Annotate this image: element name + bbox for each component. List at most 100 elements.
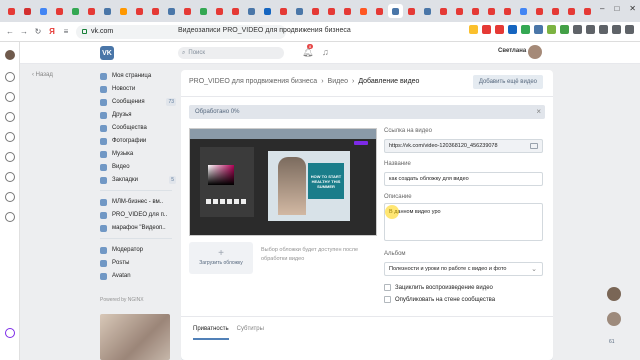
chat-avatar[interactable] — [607, 287, 621, 301]
browser-tab[interactable] — [340, 4, 355, 18]
menu-item[interactable]: PRO_VIDEO для п.. — [100, 209, 176, 221]
close-window-button[interactable]: ✕ — [629, 4, 636, 13]
user-avatar[interactable] — [528, 45, 542, 59]
minimize-button[interactable]: – — [600, 4, 604, 13]
user-name[interactable]: Светлана — [498, 48, 526, 54]
browser-tab[interactable] — [500, 4, 515, 18]
forward-icon[interactable]: → — [20, 27, 28, 36]
extension-icon[interactable] — [573, 25, 582, 34]
browser-tab[interactable] — [4, 4, 19, 18]
browser-tab[interactable] — [180, 4, 195, 18]
search-input[interactable]: ⌕ Поиск — [178, 47, 284, 59]
menu-item[interactable]: Фотографии — [100, 135, 176, 147]
browser-tab[interactable] — [436, 4, 451, 18]
bell-icon[interactable] — [5, 92, 15, 102]
extension-icon[interactable] — [495, 25, 504, 34]
extension-icon[interactable] — [560, 25, 569, 34]
browser-tab[interactable] — [244, 4, 259, 18]
ad-thumbnail[interactable] — [100, 314, 170, 360]
menu-item[interactable]: Новости — [100, 83, 176, 95]
menu-item[interactable]: Сообщества — [100, 122, 176, 134]
extension-icon[interactable] — [547, 25, 556, 34]
browser-tab[interactable] — [308, 4, 323, 18]
copy-icon[interactable] — [530, 143, 538, 149]
chat-avatar[interactable] — [607, 312, 621, 326]
clock-icon[interactable] — [5, 132, 15, 142]
checkbox-box[interactable] — [384, 296, 391, 303]
browser-tab[interactable] — [324, 4, 339, 18]
back-link[interactable]: ‹ Назад — [32, 72, 53, 78]
menu-item[interactable]: Музыка — [100, 148, 176, 160]
alice-icon[interactable] — [5, 328, 15, 338]
video-link-field[interactable]: https://vk.com/video-120368120_456239078 — [384, 139, 543, 153]
browser-tab[interactable] — [468, 4, 483, 18]
menu-item[interactable]: Сообщения 73 — [100, 96, 176, 108]
browser-tab[interactable] — [228, 4, 243, 18]
play-icon[interactable] — [5, 192, 15, 202]
browser-tab[interactable] — [212, 4, 227, 18]
tab-privacy[interactable]: Приватность — [193, 326, 229, 340]
title-input[interactable]: как создать обложку для видео — [384, 172, 543, 186]
crumb-video[interactable]: Видео — [328, 78, 348, 85]
description-textarea[interactable]: В данном видео уро — [384, 203, 543, 241]
profile-avatar[interactable] — [5, 50, 15, 60]
browser-tab[interactable] — [36, 4, 51, 18]
browser-tab[interactable] — [20, 4, 35, 18]
browser-tab[interactable] — [132, 4, 147, 18]
checkbox-box[interactable] — [384, 284, 391, 291]
browser-tab[interactable] — [516, 4, 531, 18]
star-icon[interactable] — [5, 112, 15, 122]
vk-logo-icon[interactable]: VK — [100, 46, 114, 60]
tab-subtitles[interactable]: Субтитры — [237, 326, 264, 340]
browser-tab[interactable] — [548, 4, 563, 18]
publish-checkbox[interactable]: Опубликовать на стене сообщества — [384, 296, 495, 303]
browser-tab[interactable] — [260, 4, 275, 18]
back-icon[interactable]: ← — [6, 27, 14, 36]
browser-tab[interactable] — [148, 4, 163, 18]
browser-tab[interactable] — [100, 4, 115, 18]
browser-tab[interactable] — [52, 4, 67, 18]
menu-item[interactable]: марафон "Видеоп.. — [100, 222, 176, 234]
menu-item[interactable]: МЛМ-бизнес - вм.. — [100, 196, 176, 208]
extension-icon[interactable] — [508, 25, 517, 34]
browser-tab[interactable] — [276, 4, 291, 18]
browser-tab[interactable] — [484, 4, 499, 18]
close-icon[interactable]: × — [536, 107, 541, 116]
extension-icon[interactable] — [521, 25, 530, 34]
upload-cover-button[interactable]: + Загрузить обложку — [189, 242, 253, 274]
browser-tab[interactable] — [116, 4, 131, 18]
album-select[interactable]: Полезности и уроки по работе с видео и ф… — [384, 262, 543, 276]
music-note-icon[interactable]: ♫ — [322, 47, 329, 57]
extension-icon[interactable] — [625, 25, 634, 34]
browser-tab[interactable] — [356, 4, 371, 18]
menu-item[interactable]: Модератор — [100, 244, 176, 256]
loop-checkbox[interactable]: Зациклить воспроизведение видео — [384, 284, 493, 291]
menu-item[interactable]: Моя страница — [100, 70, 176, 82]
browser-tab[interactable] — [84, 4, 99, 18]
menu-item[interactable]: Закладки 5 — [100, 174, 176, 186]
browser-tab[interactable] — [388, 4, 403, 18]
document-icon[interactable] — [5, 212, 15, 222]
browser-tab[interactable] — [164, 4, 179, 18]
browser-tab[interactable] — [68, 4, 83, 18]
extension-icon[interactable] — [469, 25, 478, 34]
menu-item[interactable]: Друзья — [100, 109, 176, 121]
menu-item[interactable]: Avatan — [100, 270, 176, 282]
menu-icon[interactable]: ≡ — [62, 27, 70, 36]
video-preview[interactable]: HOW TO START HEALTHY THIS SUMMER — [189, 128, 377, 236]
phone-icon[interactable] — [5, 172, 15, 182]
browser-tab[interactable] — [404, 4, 419, 18]
browser-tab[interactable] — [420, 4, 435, 18]
extension-icon[interactable] — [586, 25, 595, 34]
maximize-button[interactable]: □ — [614, 4, 619, 13]
browser-tab[interactable] — [372, 4, 387, 18]
extension-icon[interactable] — [482, 25, 491, 34]
grid-icon[interactable] — [5, 72, 15, 82]
menu-item[interactable]: Видео — [100, 161, 176, 173]
browser-tab[interactable] — [452, 4, 467, 18]
extension-icon[interactable] — [599, 25, 608, 34]
extension-icon[interactable] — [612, 25, 621, 34]
reload-icon[interactable]: ↻ — [34, 27, 42, 36]
menu-item[interactable]: Posты — [100, 257, 176, 269]
browser-tab[interactable] — [532, 4, 547, 18]
